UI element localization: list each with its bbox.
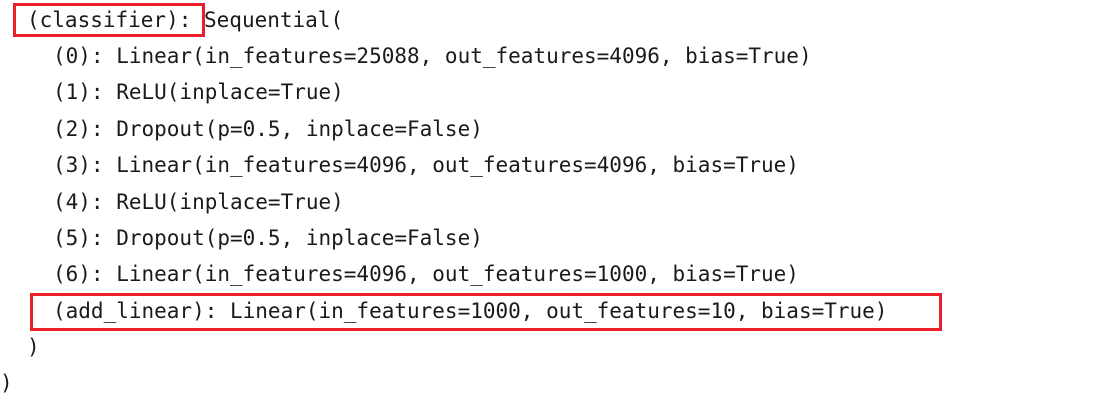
layer-line-0: (0): Linear(in_features=25088, out_featu… [53,44,812,68]
layer-line-4: (4): ReLU(inplace=True) [53,190,344,214]
layer-line-6: (6): Linear(in_features=4096, out_featur… [53,262,799,286]
classifier-highlight-box [13,3,205,37]
add-linear-highlight-box [30,293,942,331]
model-printout: (classifier): Sequential( (0): Linear(in… [0,0,1110,401]
layer-line-2: (2): Dropout(p=0.5, inplace=False) [53,117,483,141]
layer-line-3: (3): Linear(in_features=4096, out_featur… [53,153,799,177]
sequential-close: ) [27,335,40,359]
layer-line-1: (1): ReLU(inplace=True) [53,80,344,104]
model-close: ) [0,371,13,395]
layer-line-5: (5): Dropout(p=0.5, inplace=False) [53,226,483,250]
sequential-open: Sequential( [191,8,344,32]
